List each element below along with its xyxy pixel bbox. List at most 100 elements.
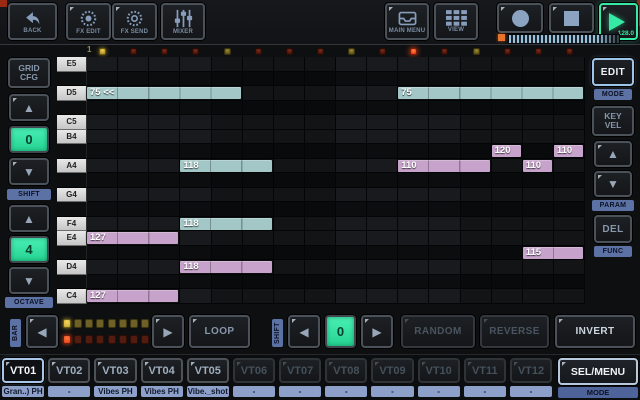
grid-cell[interactable] [118,188,149,203]
piano-key-label[interactable] [57,173,87,188]
grid-cell[interactable] [398,72,429,87]
mixer-button[interactable]: MIXER [161,3,205,40]
grid-cell[interactable] [429,130,460,145]
grid-cell[interactable] [523,275,554,290]
grid-cell[interactable] [305,115,336,130]
grid-cell[interactable] [149,159,180,174]
grid-cell[interactable] [180,173,211,188]
grid-cell[interactable] [523,173,554,188]
grid-cell[interactable] [554,173,585,188]
grid-cell[interactable] [180,202,211,217]
stop-button[interactable] [549,3,594,33]
piano-key-label[interactable] [57,275,87,290]
grid-cell[interactable] [180,188,211,203]
grid-cell[interactable] [523,260,554,275]
grid-cell[interactable] [367,86,398,101]
grid-cell[interactable] [554,72,585,87]
sequencer-note[interactable]: 127 [87,232,178,244]
grid-cell[interactable] [523,101,554,116]
grid-cell[interactable] [180,289,211,304]
grid-cell[interactable] [398,173,429,188]
grid-cell[interactable] [492,289,523,304]
grid-cell[interactable] [180,115,211,130]
grid-cell[interactable] [212,101,243,116]
sequencer-note[interactable]: 120 [492,145,521,157]
grid-cell[interactable] [274,72,305,87]
grid-cell[interactable] [429,188,460,203]
grid-cell[interactable] [149,188,180,203]
grid-cell[interactable] [523,231,554,246]
grid-cell[interactable] [461,246,492,261]
grid-cell[interactable] [118,173,149,188]
grid-cell[interactable] [87,101,118,116]
grid-cell[interactable] [367,130,398,145]
grid-cell[interactable] [305,57,336,72]
grid-cell[interactable] [87,72,118,87]
grid-cell[interactable] [243,275,274,290]
grid-cell[interactable] [554,289,585,304]
param-up-button[interactable]: ▲ [594,141,632,167]
grid-cell[interactable] [149,260,180,275]
grid-cell[interactable] [180,130,211,145]
grid-cell[interactable] [180,275,211,290]
grid-cell[interactable] [274,275,305,290]
grid-cell[interactable] [149,202,180,217]
track-tab-vt07[interactable]: VT07 [279,358,321,383]
grid-cell[interactable] [274,86,305,101]
grid-cell[interactable] [492,72,523,87]
grid-cell[interactable] [243,57,274,72]
delete-button[interactable]: DEL [594,215,632,243]
grid-cell[interactable] [274,115,305,130]
grid-cell[interactable] [367,101,398,116]
grid-cell[interactable] [243,173,274,188]
grid-cell[interactable] [118,130,149,145]
grid-cell[interactable] [118,72,149,87]
grid-cell[interactable] [367,231,398,246]
sel-menu-button[interactable]: SEL/MENU [558,358,638,385]
grid-cell[interactable] [398,217,429,232]
grid-cell[interactable] [212,173,243,188]
grid-cell[interactable] [492,115,523,130]
grid-cell[interactable] [212,231,243,246]
piano-key-label[interactable]: D5 [57,86,87,101]
grid-cell[interactable] [554,275,585,290]
grid-cell[interactable] [87,202,118,217]
grid-cell[interactable] [336,246,367,261]
random-button[interactable]: RANDOM [401,315,475,348]
grid-cell[interactable] [274,173,305,188]
grid-cell[interactable] [118,57,149,72]
grid-cell[interactable] [461,188,492,203]
grid-cell[interactable] [367,289,398,304]
grid-cell[interactable] [336,289,367,304]
track-tab-vt12[interactable]: VT12 [510,358,552,383]
grid-cell[interactable] [243,86,274,101]
grid-cell[interactable] [149,101,180,116]
grid-cell[interactable] [336,130,367,145]
grid-cell[interactable] [212,289,243,304]
grid-cell[interactable] [398,130,429,145]
grid-cell[interactable] [149,246,180,261]
grid-cell[interactable] [305,188,336,203]
grid-cell[interactable] [367,246,398,261]
grid-cell[interactable] [523,72,554,87]
grid-cell[interactable] [554,101,585,116]
grid-cell[interactable] [398,260,429,275]
grid-cell[interactable] [149,72,180,87]
piano-key-label[interactable]: D4 [57,260,87,275]
grid-cell[interactable] [212,246,243,261]
grid-cell[interactable] [461,275,492,290]
grid-cell[interactable] [87,188,118,203]
bar-next-button[interactable]: ▶ [152,315,184,348]
record-button[interactable] [497,3,543,33]
grid-cell[interactable] [461,217,492,232]
track-tab-vt02[interactable]: VT02 [48,358,90,383]
piano-key-label[interactable] [57,202,87,217]
grid-cell[interactable] [492,101,523,116]
grid-cell[interactable] [212,57,243,72]
sequencer-note[interactable]: 118 [180,218,271,230]
grid-cell[interactable] [274,57,305,72]
reverse-button[interactable]: REVERSE [480,315,549,348]
grid-cell[interactable] [398,144,429,159]
piano-key-label[interactable]: C4 [57,289,87,304]
grid-cell[interactable] [554,159,585,174]
